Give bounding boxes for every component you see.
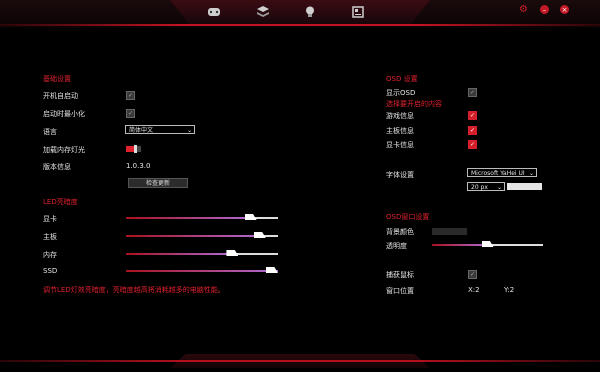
led-memory-label: 内存 <box>43 251 57 259</box>
version-label: 版本信息 <box>43 163 71 171</box>
chevron-down-icon: ⌄ <box>528 170 534 177</box>
led-memory-slider[interactable] <box>126 250 278 256</box>
minimize-on-start-label: 启动时最小化 <box>43 110 85 118</box>
slider-fill <box>126 270 278 272</box>
transparency-slider[interactable] <box>432 241 543 247</box>
top-accent-line <box>0 24 600 26</box>
language-label: 语言 <box>43 128 57 136</box>
show-osd-label: 显示OSD <box>386 89 416 97</box>
slider-fill <box>126 253 233 255</box>
slider-fill <box>432 244 488 246</box>
memory-light-toggle[interactable] <box>126 145 141 153</box>
position-x-value: X:2 <box>468 286 480 294</box>
autostart-checkbox[interactable]: ✓ <box>126 91 135 100</box>
chevron-down-icon: ⌄ <box>186 127 192 134</box>
background-color-label: 背景颜色 <box>386 228 414 236</box>
font-size-value: 20 px <box>471 184 488 191</box>
background-color-swatch[interactable] <box>432 228 467 235</box>
slider-handle[interactable] <box>226 250 239 256</box>
font-family-value: Microsoft YaHei UI <box>471 170 525 177</box>
led-gpu-label: 显卡 <box>43 215 57 223</box>
layers-icon[interactable] <box>256 5 270 19</box>
language-select[interactable]: 简体中文 ⌄ <box>125 125 195 134</box>
close-icon[interactable]: × <box>560 5 569 14</box>
slider-handle[interactable] <box>244 214 257 220</box>
choose-content-label: 选择要开启的内容 <box>386 100 442 108</box>
led-note: 调节LED灯效亮暗度，亮暗度越高将消耗越多的电脑性能。 <box>43 286 225 294</box>
monitor-settings-icon[interactable] <box>351 5 365 19</box>
bottom-bar <box>0 354 600 372</box>
memory-light-label: 加载内存灯光 <box>43 146 85 154</box>
gpu-info-checkbox[interactable]: ✓ <box>468 140 477 149</box>
osd-window-title: OSD窗口设置 <box>386 213 430 221</box>
window-position-label: 窗口位置 <box>386 287 414 295</box>
toggle-knob <box>134 145 137 153</box>
language-select-value: 简体中文 <box>129 127 154 134</box>
bottom-accent-line <box>0 360 600 362</box>
motherboard-info-checkbox[interactable]: ✓ <box>468 126 477 135</box>
settings-icon[interactable]: ⚙ <box>519 4 528 15</box>
led-brightness-title: LED亮暗度 <box>43 198 78 206</box>
position-y-value: Y:2 <box>504 286 515 294</box>
capture-mouse-checkbox[interactable]: ✓ <box>468 270 477 279</box>
motherboard-info-label: 主板信息 <box>386 127 414 135</box>
app-window: ⚙ – × 基础设置 开机自启动 ✓ 启动时最小化 ✓ 语言 简体中文 ⌄ 加载… <box>0 0 600 372</box>
game-info-checkbox[interactable]: ✓ <box>468 111 477 120</box>
bulb-icon[interactable] <box>303 5 317 19</box>
font-color-swatch[interactable] <box>507 183 542 190</box>
led-ssd-slider[interactable] <box>126 267 278 273</box>
controller-icon[interactable] <box>207 5 221 19</box>
slider-fill <box>126 235 260 237</box>
show-osd-checkbox[interactable]: ✓ <box>468 88 477 97</box>
chevron-down-icon: ⌄ <box>496 184 502 191</box>
osd-settings-title: OSD 设置 <box>386 75 418 83</box>
minimize-on-start-checkbox[interactable]: ✓ <box>126 109 135 118</box>
capture-mouse-label: 捕获鼠标 <box>386 271 414 279</box>
autostart-label: 开机自启动 <box>43 92 78 100</box>
transparency-label: 透明度 <box>386 242 407 250</box>
title-bar <box>0 0 600 28</box>
version-value: 1.0.3.0 <box>126 162 151 170</box>
game-info-label: 游戏信息 <box>386 112 414 120</box>
led-ssd-label: SSD <box>43 267 58 275</box>
led-motherboard-slider[interactable] <box>126 232 278 238</box>
font-size-select[interactable]: 20 px ⌄ <box>467 182 505 191</box>
check-update-button[interactable]: 检查更新 <box>128 178 188 188</box>
led-gpu-slider[interactable] <box>126 214 278 220</box>
font-family-select[interactable]: Microsoft YaHei UI ⌄ <box>467 168 537 177</box>
basic-settings-title: 基础设置 <box>43 75 71 83</box>
gpu-info-label: 显卡信息 <box>386 141 414 149</box>
minimize-icon[interactable]: – <box>540 5 549 14</box>
slider-fill <box>126 217 251 219</box>
led-motherboard-label: 主板 <box>43 233 57 241</box>
font-settings-label: 字体设置 <box>386 171 414 179</box>
